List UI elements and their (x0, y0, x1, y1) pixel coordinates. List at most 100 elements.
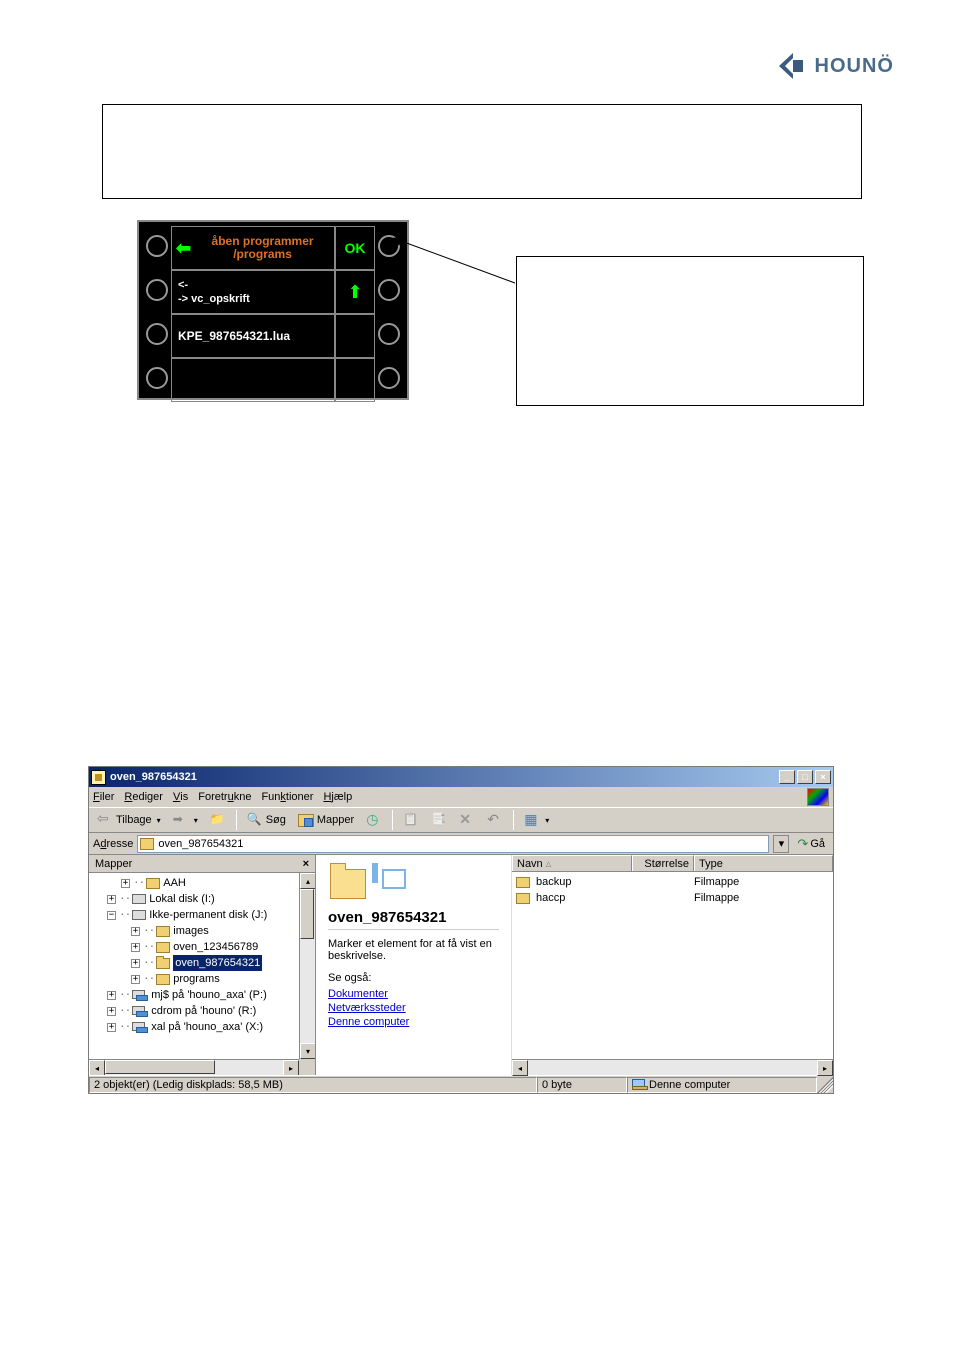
webview-description: Marker et element for at få vist en besk… (328, 938, 499, 962)
list-item[interactable]: backup Filmappe (516, 874, 829, 890)
scroll-down-button[interactable]: ▾ (300, 1043, 315, 1059)
link-netvaerkssteder[interactable]: Netværkssteder (328, 1002, 499, 1014)
list-scrollbar-horizontal[interactable]: ◂ ▸ (512, 1059, 833, 1075)
column-header-navn[interactable]: Navn△ (512, 855, 632, 871)
tree-item-mjs[interactable]: +··mj$ på 'houno_axa' (P:) (93, 987, 315, 1003)
panel-button-left-2[interactable] (146, 279, 168, 301)
instruction-box-2 (102, 508, 862, 726)
scroll-corner (299, 1059, 315, 1075)
minimize-button[interactable]: _ (779, 770, 795, 784)
forward-icon (173, 812, 189, 828)
brand-logo: HOUNÖ (775, 50, 894, 82)
up-folder-icon (210, 812, 226, 828)
tree-item-ikkeperm[interactable]: −··Ikke-permanent disk (J:) (93, 907, 315, 923)
search-icon (247, 812, 263, 828)
history-icon (366, 812, 382, 828)
scroll-right-button[interactable]: ▸ (283, 1060, 299, 1075)
panel-header-cell: ⬅ åben programmer/programs (171, 226, 335, 270)
scroll-left-button[interactable]: ◂ (89, 1060, 105, 1075)
address-label: Adresse (93, 838, 133, 850)
panel-file-text: KPE_987654321.lua (178, 329, 290, 343)
delete-button[interactable] (455, 810, 479, 830)
scroll-thumb-v[interactable] (300, 889, 314, 939)
content-area: Mapper × +··AAH +··Lokal disk (I:) −··Ik… (89, 855, 833, 1075)
panel-button-left-4[interactable] (146, 367, 168, 389)
undo-icon (487, 812, 503, 828)
tree-item-oven1[interactable]: +··oven_123456789 (93, 939, 315, 955)
up-arrow-button[interactable]: ⬆ (335, 270, 375, 314)
back-button[interactable]: Tilbage (93, 810, 165, 830)
window-title: oven_987654321 (110, 771, 779, 783)
up-button[interactable] (206, 810, 230, 830)
back-dropdown-icon[interactable] (155, 814, 161, 826)
windows-logo-icon[interactable] (807, 788, 829, 806)
address-dropdown[interactable]: ▾ (773, 835, 789, 853)
menu-filer[interactable]: Filer (93, 791, 114, 803)
ok-button[interactable]: OK (335, 226, 375, 270)
go-button[interactable]: Gå (793, 836, 829, 852)
menu-hjaelp[interactable]: Hjælp (323, 791, 352, 803)
forward-dropdown-icon[interactable] (192, 814, 198, 826)
tree-item-images[interactable]: +··images (93, 923, 315, 939)
instruction-box-1 (102, 104, 862, 199)
tree-scrollbar-vertical[interactable]: ▴ ▾ (299, 873, 315, 1059)
link-denne-computer[interactable]: Denne computer (328, 1016, 499, 1028)
panel-blank-2 (335, 358, 375, 402)
decoration-icon (382, 869, 406, 889)
folder-webview: oven_987654321 Marker et element for at … (316, 855, 511, 1075)
decoration-icon (372, 863, 378, 883)
scroll-left-button[interactable]: ◂ (512, 1060, 528, 1076)
search-button[interactable]: Søg (243, 810, 290, 830)
tree-item-programs[interactable]: +··programs (93, 971, 315, 987)
address-folder-icon (140, 838, 154, 850)
panel-list-vc: -> vc_opskrift (178, 292, 328, 306)
menu-funktioner[interactable]: Funktioner (261, 791, 313, 803)
tree-item-xal[interactable]: +··xal på 'houno_axa' (X:) (93, 1019, 315, 1035)
folders-close-button[interactable]: × (303, 858, 309, 870)
maximize-button[interactable]: □ (797, 770, 813, 784)
folders-icon (298, 812, 314, 828)
panel-header-text: åben programmer/programs (197, 235, 328, 261)
history-button[interactable] (362, 810, 386, 830)
tree-item-aah[interactable]: +··AAH (93, 875, 315, 891)
titlebar[interactable]: oven_987654321 _ □ × (89, 767, 833, 787)
panel-button-left-3[interactable] (146, 323, 168, 345)
callout-box (516, 256, 864, 406)
back-arrow-icon: ⬅ (176, 238, 191, 259)
tree-item-oven2[interactable]: +··oven_987654321 (93, 955, 315, 971)
scroll-thumb-h[interactable] (105, 1060, 215, 1074)
list-body: backup Filmappe haccp Filmappe (512, 872, 833, 1059)
panel-file-cell: KPE_987654321.lua (171, 314, 335, 358)
move-to-button[interactable] (399, 810, 423, 830)
resize-grip[interactable] (817, 1077, 833, 1093)
panel-blank-1 (335, 314, 375, 358)
callout-arrow (385, 228, 520, 288)
folders-pane: Mapper × +··AAH +··Lokal disk (I:) −··Ik… (89, 855, 316, 1075)
tree-item-lokal[interactable]: +··Lokal disk (I:) (93, 891, 315, 907)
panel-button-right-3[interactable] (378, 323, 400, 345)
views-dropdown-icon[interactable] (543, 814, 549, 826)
column-header-type[interactable]: Type (694, 855, 833, 871)
menu-rediger[interactable]: Rediger (124, 791, 163, 803)
views-button[interactable] (520, 810, 553, 830)
scroll-right-button[interactable]: ▸ (817, 1060, 833, 1076)
tree-item-cdrom[interactable]: +··cdrom på 'houno' (R:) (93, 1003, 315, 1019)
status-pane-size: 0 byte (537, 1077, 627, 1093)
address-input[interactable]: oven_987654321 (137, 835, 769, 853)
menu-vis[interactable]: Vis (173, 791, 188, 803)
panel-button-right-4[interactable] (378, 367, 400, 389)
folders-button[interactable]: Mapper (294, 810, 358, 830)
menu-foretrukne[interactable]: Foretrukne (198, 791, 251, 803)
close-button[interactable]: × (815, 770, 831, 784)
scroll-up-button[interactable]: ▴ (300, 873, 315, 889)
status-pane-objects: 2 objekt(er) (Ledig diskplads: 58,5 MB) (89, 1077, 537, 1093)
list-item[interactable]: haccp Filmappe (516, 890, 829, 906)
move-icon (403, 812, 419, 828)
undo-button[interactable] (483, 810, 507, 830)
panel-button-left-1[interactable] (146, 235, 168, 257)
tree-scrollbar-horizontal[interactable]: ◂ ▸ (89, 1059, 299, 1075)
column-header-stoerrelse[interactable]: Størrelse (632, 855, 694, 871)
link-dokumenter[interactable]: Dokumenter (328, 988, 499, 1000)
copy-to-button[interactable] (427, 810, 451, 830)
forward-button[interactable] (169, 810, 202, 830)
